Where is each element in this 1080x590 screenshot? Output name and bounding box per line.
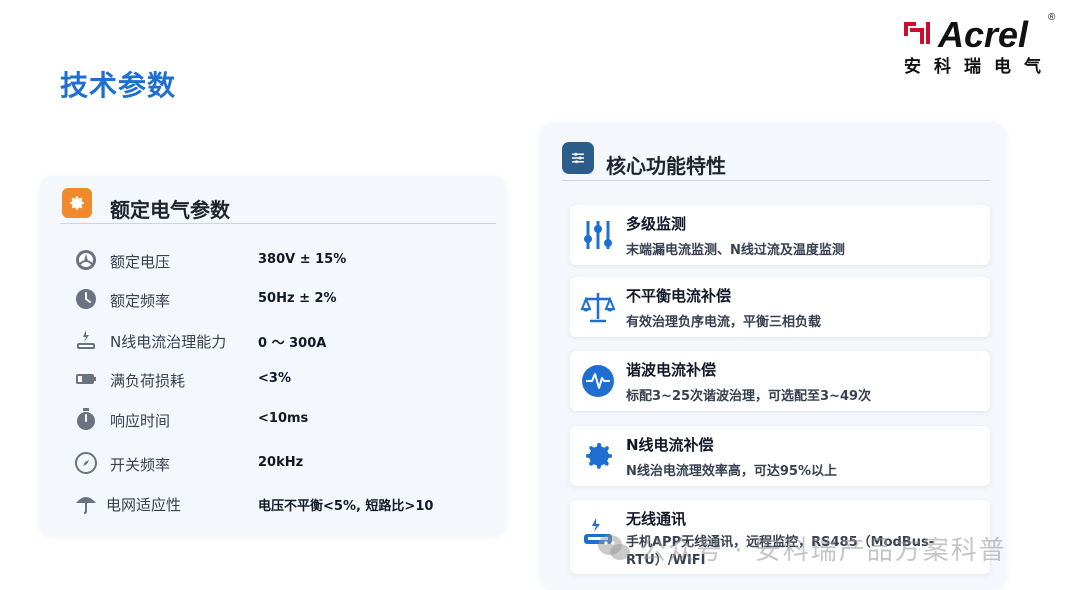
cog-icon [586,443,612,469]
core-features-card: 核心功能特性 多级监测 末端漏电流监测、N线过流及温度监测 不平衡电流补偿 有效… [540,122,1006,588]
param-label: 额定频率 [110,292,171,310]
param-label: 满负荷损耗 [110,372,186,390]
divider [562,180,990,181]
param-row-response-time: 响应时间 <10ms [40,404,506,434]
rated-parameters-title: 额定电气参数 [110,198,230,222]
umbrella-icon [76,497,96,514]
feature-title: 谐波电流补偿 [626,361,717,379]
feature-title: 无线通讯 [626,510,687,528]
page-title: 技术参数 [60,69,177,102]
param-value: 20kHz [258,455,304,470]
feature-unbalance-compensation: 不平衡电流补偿 有效治理负序电流，平衡三相负载 [570,277,990,337]
feature-desc: 末端漏电流监测、N线过流及温度监测 [626,243,845,258]
feature-harmonic-compensation: 谐波电流补偿 标配3~25次谐波治理，可选配至3~49次 [570,351,990,411]
wireless-device-icon [584,518,612,544]
param-value: <3% [258,371,291,386]
acrel-logo-mark-icon [904,22,930,44]
param-value: 0 ～ 300A [258,336,327,351]
acrel-logo: Acrel ® 安科瑞电气 [898,12,1068,77]
param-value: 50Hz ± 2% [258,291,337,306]
feature-title: 多级监测 [626,215,687,233]
param-row-rated-voltage: 额定电压 380V ± 15% [40,245,506,275]
logo-brand-text: Acrel [938,14,1029,55]
param-label: 响应时间 [110,412,171,430]
level-meters-icon [584,221,612,249]
param-label: 电网适应性 [106,496,182,514]
sliders-icon [562,142,594,174]
clock-icon [76,289,96,309]
waveform-icon [582,365,614,397]
param-value: 电压不平衡<5%, 短路比>10 [258,499,434,514]
feature-wireless-communication: 无线通讯 手机APP无线通讯，远程监控，RS485（ModBus-RTU）/WI… [570,500,990,574]
gear-icon [62,188,92,218]
battery-icon [76,374,96,384]
feature-desc: 手机APP无线通讯，远程监控，RS485（ModBus-RTU）/WIFI [626,535,935,568]
feature-multi-level-monitoring: 多级监测 末端漏电流监测、N线过流及温度监测 [570,205,990,265]
compass-icon [75,452,97,474]
param-row-n-line-capacity: N线电流治理能力 0 ～ 300A [40,325,506,355]
param-row-switching-frequency: 开关频率 20kHz [40,448,506,478]
feature-desc: 标配3~25次谐波治理，可选配至3~49次 [626,389,872,404]
stopwatch-icon [77,408,95,430]
lightning-plate-icon [77,330,95,349]
param-label: N线电流治理能力 [110,333,227,351]
param-label: 开关频率 [110,456,171,474]
feature-desc: 有效治理负序电流，平衡三相负载 [626,315,822,330]
param-row-rated-frequency: 额定频率 50Hz ± 2% [40,284,506,314]
feature-title: 不平衡电流补偿 [626,287,732,305]
core-features-title: 核心功能特性 [606,154,726,178]
feature-n-line-compensation: N线电流补偿 N线治电流理效率高，可达95%以上 [570,426,990,486]
feature-title: N线电流补偿 [626,436,714,454]
param-label: 额定电压 [110,253,171,271]
param-value: 380V ± 15% [258,252,347,267]
balance-scale-icon [580,293,616,323]
logo-registered-mark: ® [1048,12,1056,23]
feature-desc: N线治电流理效率高，可达95%以上 [626,464,837,479]
param-row-full-load-loss: 满负荷损耗 <3% [40,364,506,394]
voltage-gauge-icon [76,250,96,270]
logo-chinese-name: 安科瑞电气 [904,57,1054,77]
divider [60,223,496,224]
rated-parameters-card: 额定电气参数 额定电压 380V ± 15% 额定频率 50Hz ± 2% N线… [40,176,506,534]
param-value: <10ms [258,411,309,426]
param-row-grid-adaptability: 电网适应性 电压不平衡<5%, 短路比>10 [40,488,506,518]
